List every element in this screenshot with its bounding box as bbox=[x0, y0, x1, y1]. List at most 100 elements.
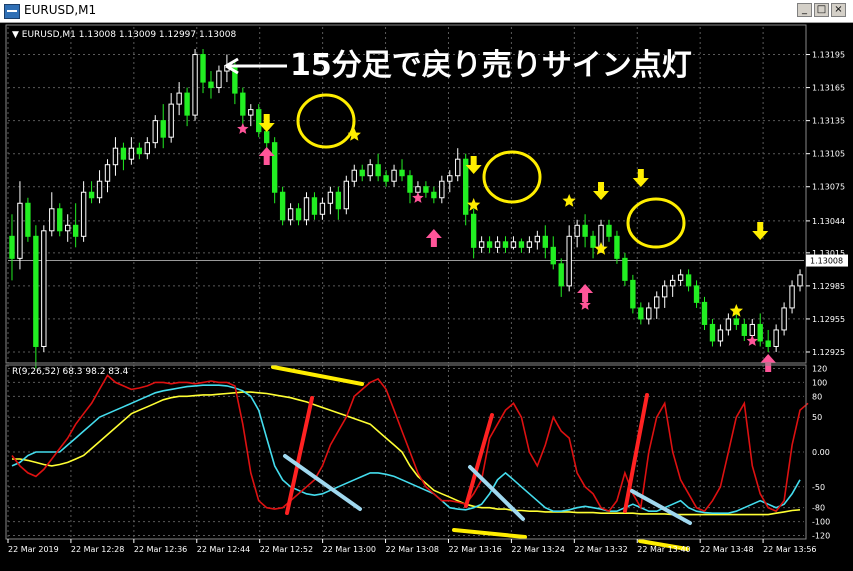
candle-body bbox=[749, 323, 755, 336]
x-tick-label: 22 Mar 12:28 bbox=[71, 545, 124, 554]
candle-body bbox=[789, 285, 795, 309]
candle-body bbox=[590, 235, 596, 248]
close-button[interactable]: × bbox=[831, 3, 846, 17]
price-tick-label: 1.13075 bbox=[812, 183, 845, 192]
x-tick-label: 22 Mar 13:24 bbox=[511, 545, 564, 554]
candle-body bbox=[606, 224, 612, 237]
price-tick-label: 1.13165 bbox=[812, 84, 845, 93]
candle-body bbox=[271, 142, 278, 193]
candle-body bbox=[717, 329, 724, 342]
x-tick-label: 22 Mar 13:00 bbox=[323, 545, 376, 554]
candle-body bbox=[685, 274, 692, 287]
candle-body bbox=[733, 318, 740, 325]
price-header: ▼ EURUSD,M1 1.13008 1.13009 1.12997 1.13… bbox=[12, 30, 236, 40]
candle-body bbox=[25, 202, 31, 237]
candle-body bbox=[112, 147, 119, 166]
price-tick-label: 1.12985 bbox=[812, 282, 845, 291]
candle-body bbox=[638, 307, 644, 320]
candle-body bbox=[741, 323, 747, 336]
x-tick-label: 22 Mar 12:36 bbox=[134, 545, 187, 554]
candle-body bbox=[327, 191, 334, 204]
candle-body bbox=[463, 158, 469, 215]
candle-body bbox=[311, 197, 318, 215]
candle-body bbox=[542, 235, 548, 248]
x-tick-label: 22 Mar 12:44 bbox=[197, 545, 250, 554]
candle-body bbox=[391, 169, 397, 182]
candle-body bbox=[566, 235, 572, 287]
candle-body bbox=[80, 191, 87, 237]
indicator-tick-label: -100 bbox=[812, 518, 830, 527]
chart-area[interactable]: 1.13195 1.13165 1.13135 1.13105 1.13075 1.130… bbox=[0, 23, 853, 571]
candle-body bbox=[470, 213, 477, 248]
candle-body bbox=[41, 230, 47, 347]
candle-body bbox=[303, 197, 310, 221]
candle-body bbox=[264, 131, 270, 144]
window-titlebar[interactable]: EURUSD,M1 _ □ × bbox=[0, 0, 853, 23]
price-tick-label: 1.12955 bbox=[812, 315, 845, 324]
indicator-tick-label: -50 bbox=[812, 483, 825, 492]
indicator-tick-label: 120 bbox=[812, 364, 827, 373]
maximize-button[interactable]: □ bbox=[814, 3, 829, 17]
candle-body bbox=[319, 202, 326, 215]
candle-body bbox=[343, 180, 349, 210]
candle-body bbox=[486, 241, 493, 248]
indicator-tick-label: 0.00 bbox=[812, 448, 830, 457]
x-tick-label: 22 Mar 13:32 bbox=[574, 545, 627, 554]
candle-body bbox=[256, 109, 262, 133]
candle-body bbox=[33, 235, 39, 347]
candle-body bbox=[502, 241, 509, 248]
candle-body bbox=[120, 147, 127, 160]
candle-body bbox=[478, 241, 485, 248]
price-tick-label: 1.13135 bbox=[812, 117, 845, 126]
candle-body bbox=[192, 54, 198, 116]
candle-body bbox=[128, 147, 135, 160]
candle-body bbox=[383, 175, 389, 182]
candle-body bbox=[351, 169, 357, 182]
price-tick-label: 1.12925 bbox=[812, 348, 845, 357]
indicator-tick-label: 50 bbox=[812, 413, 822, 422]
candle-body bbox=[407, 175, 413, 193]
terminal-window: EURUSD,M1 _ □ × 1.13195 1.13165 1.13135 1.1… bbox=[0, 0, 853, 571]
candle-body bbox=[208, 81, 214, 89]
x-tick-label: 22 Mar 13:16 bbox=[448, 545, 501, 554]
candle-body bbox=[136, 147, 143, 155]
candle-body bbox=[359, 169, 365, 177]
candle-body bbox=[773, 329, 779, 347]
candle-body bbox=[582, 224, 588, 237]
candle-body bbox=[287, 208, 294, 221]
price-tick-label: 1.13195 bbox=[812, 51, 845, 60]
candle-body bbox=[518, 241, 525, 248]
x-tick-label: 22 Mar 12:52 bbox=[260, 545, 313, 554]
candle-body bbox=[701, 301, 708, 325]
candle-body bbox=[176, 92, 182, 105]
candle-body bbox=[765, 340, 771, 347]
candle-body bbox=[375, 164, 381, 177]
minimize-button[interactable]: _ bbox=[797, 3, 812, 17]
candle-body bbox=[757, 323, 763, 342]
candle-body bbox=[725, 318, 732, 331]
candle-body bbox=[558, 263, 564, 287]
candle-body bbox=[104, 164, 111, 182]
candle-body bbox=[709, 323, 716, 342]
candle-body bbox=[415, 186, 421, 193]
candle-body bbox=[96, 180, 103, 199]
price-tick-label: 1.13105 bbox=[812, 150, 845, 159]
candle-body bbox=[797, 274, 803, 287]
current-price-label: 1.13008 bbox=[810, 257, 843, 266]
candle-body bbox=[439, 180, 445, 199]
indicator-tick-label: 100 bbox=[812, 378, 827, 387]
candle-body bbox=[17, 202, 23, 259]
candle-body bbox=[367, 164, 373, 177]
candle-body bbox=[781, 307, 787, 331]
candle-body bbox=[160, 120, 166, 138]
window-title: EURUSD,M1 bbox=[24, 3, 97, 17]
x-tick-label: 22 Mar 13:40 bbox=[637, 545, 690, 554]
candle-body bbox=[49, 208, 55, 232]
x-tick-label: 22 Mar 13:08 bbox=[386, 545, 439, 554]
candle-body bbox=[510, 241, 517, 248]
indicator-header: R(9,26,52) 68.3 98.2 83.4 bbox=[12, 367, 129, 377]
indicator-tick-label: -80 bbox=[812, 504, 825, 513]
candle-body bbox=[9, 235, 15, 259]
candle-body bbox=[184, 92, 190, 116]
x-tick-label: 22 Mar 13:48 bbox=[700, 545, 753, 554]
